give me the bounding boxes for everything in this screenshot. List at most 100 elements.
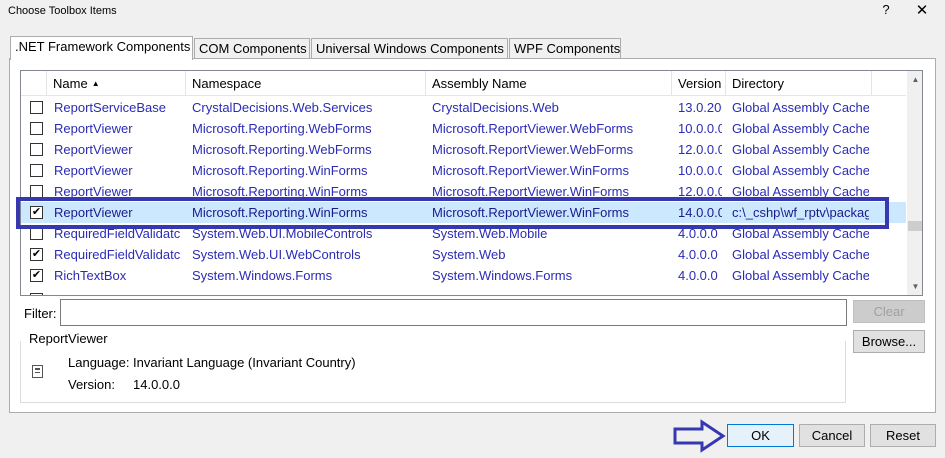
cell-namespace: Microsoft.Reporting.WinForms	[192, 184, 368, 199]
components-list[interactable]: Name ▲ Namespace Assembly Name Version Di…	[20, 70, 923, 296]
table-row[interactable]: ✔ ReportViewer Microsoft.Reporting.WinForm…	[21, 202, 906, 223]
table-row[interactable]: ReportViewer Microsoft.Reporting.WebForms…	[21, 139, 906, 160]
cell-assembly: Microsoft.ReportViewer.WebForms	[432, 142, 634, 157]
cell-directory: Global Assembly Cache	[732, 268, 869, 283]
cell-version: 14.0.0.0	[678, 205, 722, 220]
cell-assembly: Microsoft.ReportViewer.WinForms	[432, 205, 629, 220]
row-checkbox[interactable]	[30, 101, 43, 114]
version-label: Version:	[68, 377, 115, 392]
cell-version: 13.0.200	[678, 100, 722, 115]
component-icon	[32, 365, 43, 378]
cell-name: ReportViewer	[54, 121, 133, 136]
cell-assembly: Microsoft.ReportViewer.WebForms	[432, 121, 634, 136]
filter-input[interactable]	[60, 299, 847, 326]
row-checkbox[interactable]	[30, 227, 43, 240]
ok-button[interactable]: OK	[727, 424, 794, 447]
browse-button[interactable]: Browse...	[853, 330, 925, 353]
cell-version: 4.0.0.0	[678, 247, 718, 262]
cell-name: ReportViewer	[54, 184, 133, 199]
cell-name: RequiredFieldValidatc	[54, 247, 181, 262]
clear-button[interactable]: Clear	[853, 300, 925, 323]
sort-ascending-icon: ▲	[91, 79, 100, 88]
cell-directory: Global Assembly Cache	[732, 184, 869, 199]
cell-namespace: System.Web.UI.MobileControls	[192, 226, 373, 241]
table-row[interactable]: RequiredFieldValidatc System.Web.UI.Mobil…	[21, 223, 906, 244]
cell-name: ReportViewer	[54, 205, 133, 220]
language-label: Language:	[68, 355, 130, 370]
details-title: ReportViewer	[27, 331, 110, 346]
cell-assembly: Microsoft.ReportViewer.WinForms	[432, 163, 629, 178]
table-row[interactable]: ReportViewer Microsoft.Reporting.WinForms…	[21, 160, 906, 181]
cell-name: ReportViewer	[54, 142, 133, 157]
window-title: Choose Toolbox Items	[8, 5, 117, 17]
cell-version: 12.0.0.0	[678, 184, 722, 199]
tab-universal-windows[interactable]: Universal Windows Components	[311, 38, 508, 59]
header-check-column	[21, 71, 47, 96]
header-name[interactable]: Name ▲	[47, 71, 186, 96]
filter-label: Filter:	[24, 306, 57, 321]
cell-name: RequiredFieldValidatc	[54, 226, 181, 241]
details-group	[20, 341, 846, 403]
tab-net-framework[interactable]: .NET Framework Components	[10, 36, 193, 60]
cell-directory: Global Assembly Cache	[732, 226, 869, 241]
vertical-scrollbar[interactable]: ▲ ▼	[907, 71, 922, 295]
cell-directory: Global Assembly Cache	[732, 142, 869, 157]
row-checkbox[interactable]	[30, 143, 43, 156]
language-value: Invariant Language (Invariant Country)	[133, 355, 356, 370]
cell-directory: Global Assembly Cache	[732, 121, 869, 136]
help-button[interactable]: ?	[878, 2, 894, 20]
cell-namespace: Microsoft.Reporting.WebForms	[192, 121, 372, 136]
tab-com[interactable]: COM Components	[194, 38, 310, 59]
row-checkbox	[30, 293, 43, 295]
cell-assembly: CrystalDecisions.Web	[432, 100, 559, 115]
tab-wpf[interactable]: WPF Components	[509, 38, 621, 59]
cell-version: 10.0.0.0	[678, 121, 722, 136]
cell-namespace: System.Windows.Forms	[192, 268, 333, 283]
cell-assembly: Microsoft.ReportViewer.WinForms	[432, 184, 629, 199]
table-row-partial	[21, 291, 906, 295]
scroll-up-icon[interactable]: ▲	[907, 71, 922, 88]
version-value: 14.0.0.0	[133, 377, 180, 392]
cell-namespace: Microsoft.Reporting.WebForms	[192, 142, 372, 157]
table-row[interactable]: ✔ RequiredFieldValidatc System.Web.UI.WebC…	[21, 244, 906, 265]
close-button[interactable]: ✕	[910, 1, 934, 21]
scroll-down-icon[interactable]: ▼	[907, 278, 922, 295]
row-checkbox[interactable]	[30, 122, 43, 135]
cancel-button[interactable]: Cancel	[799, 424, 865, 447]
row-checkbox[interactable]	[30, 185, 43, 198]
header-namespace[interactable]: Namespace	[186, 71, 426, 96]
cell-namespace: Microsoft.Reporting.WinForms	[192, 205, 368, 220]
header-assembly-name[interactable]: Assembly Name	[426, 71, 672, 96]
cell-name: ReportServiceBase	[54, 100, 166, 115]
header-directory[interactable]: Directory	[726, 71, 872, 96]
row-checkbox[interactable]	[30, 164, 43, 177]
scroll-thumb[interactable]	[908, 221, 922, 231]
table-row[interactable]: ReportViewer Microsoft.Reporting.WebForms…	[21, 118, 906, 139]
cell-name: RichTextBox	[54, 268, 127, 283]
cell-directory: c:\_cshp\wf_rptv\packag	[732, 205, 869, 220]
row-checkbox[interactable]: ✔	[30, 269, 43, 282]
reset-button[interactable]: Reset	[870, 424, 936, 447]
arrow-right-icon	[673, 419, 726, 453]
header-name-label: Name	[53, 76, 88, 91]
table-row[interactable]: ✔ RichTextBox System.Windows.Forms System.W…	[21, 265, 906, 286]
title-bar: Choose Toolbox Items ? ✕	[0, 0, 945, 25]
cell-name: ReportViewer	[54, 163, 133, 178]
cell-directory: Global Assembly Cache	[732, 163, 869, 178]
cell-namespace: CrystalDecisions.Web.Services	[192, 100, 373, 115]
cell-namespace: System.Web.UI.WebControls	[192, 247, 361, 262]
cell-version: 10.0.0.0	[678, 163, 722, 178]
cell-assembly: System.Web	[432, 247, 506, 262]
header-version[interactable]: Version	[672, 71, 726, 96]
cell-version: 4.0.0.0	[678, 226, 718, 241]
table-row[interactable]: ReportServiceBase CrystalDecisions.Web.Se…	[21, 97, 906, 118]
row-checkbox[interactable]: ✔	[30, 206, 43, 219]
cell-version: 4.0.0.0	[678, 268, 718, 283]
cell-directory: Global Assembly Cache	[732, 247, 869, 262]
cell-namespace: Microsoft.Reporting.WinForms	[192, 163, 368, 178]
row-checkbox[interactable]: ✔	[30, 248, 43, 261]
cell-assembly: System.Web.Mobile	[432, 226, 548, 241]
cell-version: 12.0.0.0	[678, 142, 722, 157]
table-row[interactable]: ReportViewer Microsoft.Reporting.WinForms…	[21, 181, 906, 202]
grid-header: Name ▲ Namespace Assembly Name Version Di…	[21, 71, 906, 96]
